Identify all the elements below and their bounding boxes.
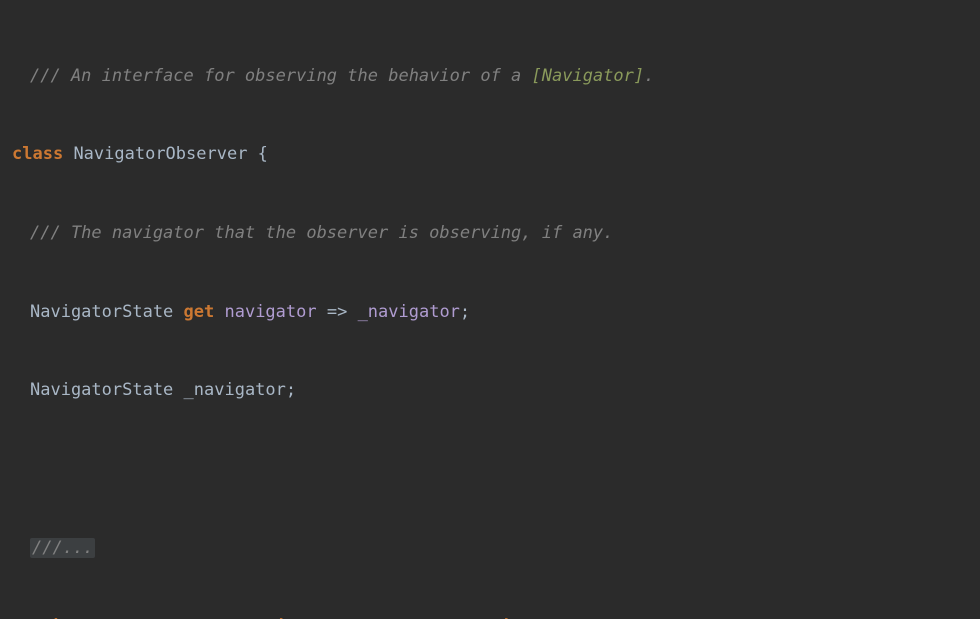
field-ref: _navigator: [358, 302, 460, 322]
code-line: NavigatorState get navigator => _navigat…: [0, 299, 980, 325]
code-editor[interactable]: /// An interface for observing the behav…: [0, 0, 980, 619]
code-line: void didPush(Route<dynamic> route, Route…: [0, 614, 980, 619]
comment-text: /// An interface for observing the behav…: [30, 66, 654, 86]
code-line: ///...: [0, 535, 980, 561]
keyword-class: class: [12, 144, 63, 164]
code-line: class NavigatorObserver {: [0, 141, 980, 167]
blank-line: [0, 456, 980, 482]
getter-name: navigator: [214, 302, 327, 322]
code-line: /// The navigator that the observer is o…: [0, 220, 980, 246]
code-line: /// An interface for observing the behav…: [0, 63, 980, 89]
comment-text: /// The navigator that the observer is o…: [30, 223, 613, 243]
field-decl: _navigator: [184, 380, 286, 400]
code-line: NavigatorState _navigator;: [0, 377, 980, 403]
class-name: NavigatorObserver: [73, 144, 247, 164]
type-ref: NavigatorState: [30, 380, 184, 400]
folded-comment[interactable]: ///...: [30, 538, 95, 558]
keyword-get: get: [184, 302, 215, 322]
type-ref: NavigatorState: [30, 302, 184, 322]
